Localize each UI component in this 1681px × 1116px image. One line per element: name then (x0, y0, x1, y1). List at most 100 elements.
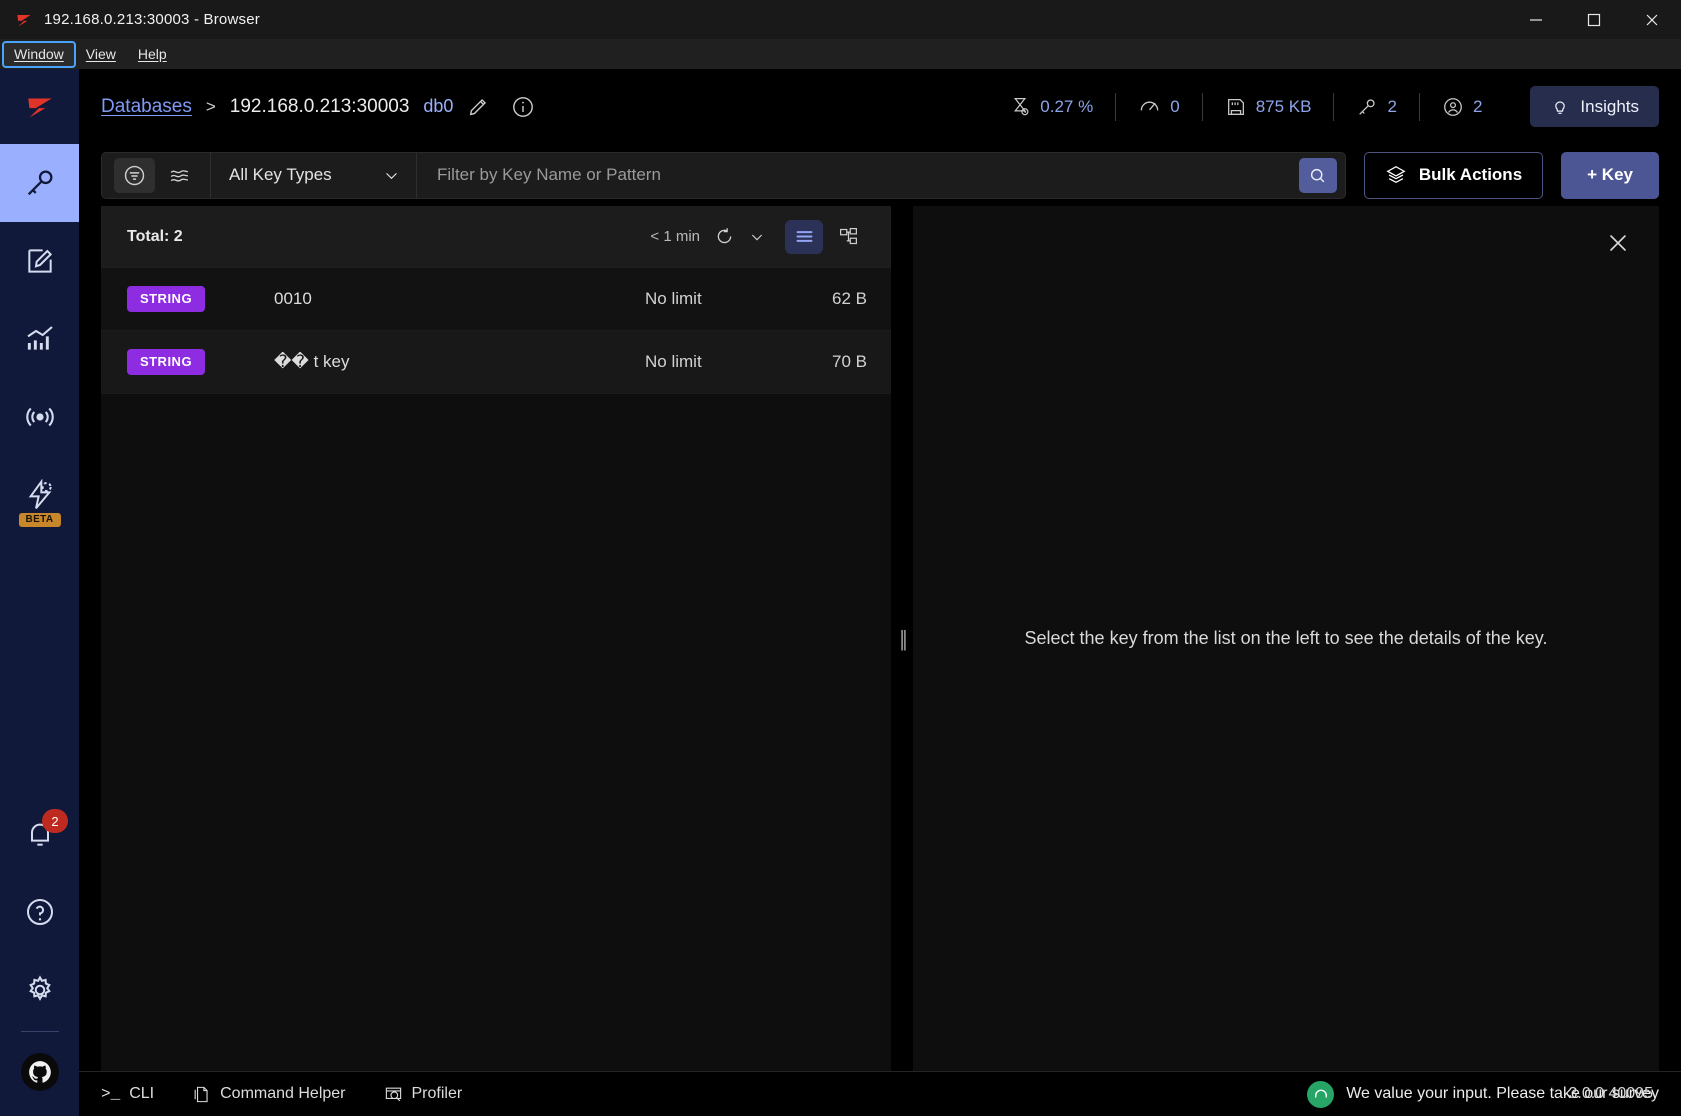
menu-view[interactable]: View (76, 43, 126, 66)
key-details-empty-message: Select the key from the list on the left… (1024, 628, 1548, 648)
command-helper-button[interactable]: Command Helper (192, 1085, 346, 1104)
close-icon[interactable] (1603, 228, 1633, 258)
question-circle-icon (26, 899, 53, 925)
key-name: 0010 (274, 289, 312, 308)
key-ttl: No limit (645, 352, 702, 371)
search-input[interactable] (437, 165, 1299, 185)
key-size: 70 B (832, 352, 867, 371)
gear-icon (28, 975, 51, 1001)
menu-window-label: Window (14, 45, 64, 62)
layers-wave-icon[interactable] (159, 158, 200, 193)
breadcrumb-separator: > (205, 96, 216, 116)
last-refresh-label: < 1 min (650, 228, 700, 245)
bar-chart-icon (26, 326, 53, 350)
cli-label: CLI (129, 1085, 155, 1102)
sidebar-nav: BETA (0, 144, 79, 534)
window-title: 192.168.0.213:30003 - Browser (44, 11, 260, 28)
filter-group: All Key Types (101, 151, 1346, 199)
insights-label: Insights (1580, 96, 1639, 116)
sidebar-item-workbench[interactable] (0, 222, 79, 300)
app-body: BETA 2 Databases > 192.168.0.213:30003 d… (0, 69, 1681, 1116)
lightning-gear-icon (28, 479, 52, 509)
window-controls (1507, 0, 1681, 39)
db-stats: 0.27 % 0 875 KB 2 2 (988, 92, 1504, 121)
main-area: Databases > 192.168.0.213:30003 db0 0.27… (79, 69, 1681, 1116)
search-icon[interactable] (1298, 157, 1337, 193)
table-row[interactable]: STRING 0010 No limit 62 B (101, 268, 891, 331)
breadcrumb-current-db: 192.168.0.213:30003 (229, 95, 410, 117)
stat-commands-per-second[interactable]: 0 (1116, 95, 1201, 118)
stat-connected-clients[interactable]: 2 (1420, 96, 1504, 118)
sidebar-item-notifications[interactable]: 2 (0, 795, 79, 873)
maximize-button[interactable] (1565, 0, 1623, 39)
speedometer-icon (1140, 101, 1159, 111)
view-toggle-group (785, 219, 867, 254)
sidebar-item-browser[interactable] (0, 144, 79, 222)
refresh-options-chevron-down-icon[interactable] (749, 229, 765, 245)
key-list-header-actions: < 1 min (650, 219, 867, 254)
menu-help-label: Help (137, 45, 167, 62)
menu-bar: Window View Help (0, 39, 1681, 69)
filter-circle-icon[interactable] (114, 157, 155, 193)
bulk-actions-button[interactable]: Bulk Actions (1363, 151, 1544, 199)
memory-card-icon (1227, 98, 1244, 115)
document-icon (194, 1086, 208, 1102)
profiler-icon (385, 1087, 401, 1101)
notification-badge: 2 (42, 809, 68, 833)
sidebar-bottom: 2 (0, 795, 79, 1116)
list-view-icon[interactable] (785, 219, 823, 254)
tree-view-icon[interactable] (829, 220, 867, 254)
title-bar: 192.168.0.213:30003 - Browser (0, 0, 1681, 39)
menu-view-label: View (85, 45, 116, 62)
user-circle-icon (1444, 97, 1462, 116)
survey-notice[interactable]: We value your input. Please take our sur… (1307, 1080, 1659, 1108)
sidebar-item-pubsub[interactable] (0, 378, 79, 456)
command-helper-label: Command Helper (220, 1085, 346, 1102)
breadcrumb-databases-link[interactable]: Databases (101, 96, 192, 118)
sidebar-item-github[interactable] (0, 1046, 79, 1098)
sidebar-divider (20, 1031, 59, 1032)
broadcast-icon (25, 407, 54, 427)
bulk-actions-label: Bulk Actions (1418, 165, 1523, 184)
stat-commands-value: 0 (1170, 96, 1180, 116)
table-row[interactable]: STRING �� t key No limit 70 B (101, 331, 891, 394)
edit-square-icon (27, 249, 52, 273)
profiler-button[interactable]: Profiler (384, 1085, 463, 1104)
pencil-icon[interactable] (467, 96, 489, 118)
key-icon (1359, 98, 1376, 115)
close-button[interactable] (1623, 0, 1681, 39)
sidebar: BETA 2 (0, 69, 79, 1116)
stat-keys-value: 2 (1387, 96, 1397, 116)
stat-memory[interactable]: 875 KB (1203, 96, 1334, 118)
app-window: 192.168.0.213:30003 - Browser Window Vie… (0, 0, 1681, 1116)
minimize-button[interactable] (1507, 0, 1565, 39)
sidebar-item-settings[interactable] (0, 951, 79, 1029)
redis-logo-icon (27, 98, 52, 118)
survey-smiley-icon (1307, 1080, 1335, 1108)
lightbulb-icon (1555, 100, 1566, 114)
add-key-button[interactable]: + Key (1561, 151, 1659, 199)
info-circle-icon[interactable] (511, 95, 535, 119)
chevron-down-icon (386, 172, 397, 179)
stat-clients-value: 2 (1472, 96, 1483, 116)
bottom-bar: >_ CLI Command Helper Profiler We value … (79, 1071, 1681, 1116)
refresh-icon[interactable] (714, 226, 735, 247)
key-ttl: No limit (645, 289, 702, 308)
stat-keys[interactable]: 2 (1334, 96, 1418, 118)
menu-window[interactable]: Window (2, 40, 76, 68)
layers-icon (1386, 166, 1406, 184)
panel-splitter[interactable]: || (891, 206, 913, 1071)
sidebar-item-help[interactable] (0, 873, 79, 951)
key-rows: STRING 0010 No limit 62 B STRING �� t ke… (101, 268, 891, 1071)
sidebar-item-analytics[interactable] (0, 300, 79, 378)
menu-help[interactable]: Help (128, 43, 177, 66)
key-type-dropdown[interactable]: All Key Types (211, 153, 416, 198)
key-name: �� t key (274, 352, 350, 371)
stat-cpu[interactable]: 0.27 % (988, 96, 1115, 117)
sidebar-item-triggers-and-functions[interactable]: BETA (0, 456, 79, 534)
sidebar-logo[interactable] (0, 69, 79, 144)
redis-logo-icon (14, 10, 34, 30)
cli-button[interactable]: >_ CLI (101, 1085, 154, 1103)
insights-button[interactable]: Insights (1530, 86, 1659, 127)
profiler-label: Profiler (411, 1085, 463, 1102)
